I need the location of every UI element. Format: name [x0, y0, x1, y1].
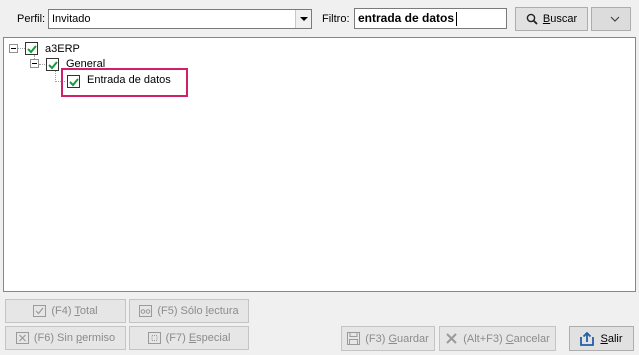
no-permission-button-label: (F6) Sin permiso [33, 332, 116, 344]
chevron-down-icon[interactable] [295, 10, 311, 28]
search-button-label: Buscar [542, 13, 578, 25]
total-button-label: (F4) Total [51, 305, 98, 317]
filter-input-value: entrada de datos [358, 11, 455, 25]
exit-button-label: Salir [600, 332, 623, 345]
highlight-box [61, 68, 188, 97]
node-a3erp-label[interactable]: a3ERP [45, 42, 80, 56]
filter-input[interactable]: entrada de datos [354, 8, 507, 29]
exit-icon [580, 331, 595, 346]
chevron-down-icon [610, 13, 620, 25]
cancel-button-label: (Alt+F3) Cancelar [463, 332, 550, 345]
special-button[interactable]: (F7) Especial [129, 326, 249, 350]
extra-options-dropdown[interactable] [591, 7, 631, 31]
save-button-label: (F3) Guardar [365, 332, 429, 345]
collapse-icon[interactable] [30, 59, 39, 68]
read-only-button-label: (F5) Sólo lectura [157, 305, 239, 317]
profile-label: Perfil: [17, 13, 46, 25]
tree-connector [39, 64, 45, 65]
check-icon [27, 45, 37, 54]
floppy-disk-icon [347, 332, 361, 345]
check-icon [48, 61, 58, 70]
glasses-icon [139, 305, 153, 317]
special-box-icon [147, 332, 161, 344]
exit-button[interactable]: Salir [569, 326, 634, 351]
profile-select-value: Invitado [52, 13, 91, 25]
x-icon [445, 332, 458, 345]
save-button[interactable]: (F3) Guardar [341, 326, 435, 351]
search-button[interactable]: Buscar [515, 7, 588, 31]
tree-connector [18, 48, 25, 49]
x-box-icon [15, 332, 29, 344]
profile-select[interactable]: Invitado [48, 9, 312, 29]
collapse-icon[interactable] [9, 44, 18, 53]
permissions-tree[interactable]: a3ERP General Entrada de datos [3, 37, 636, 292]
text-caret [456, 12, 457, 26]
total-button[interactable]: (F4) Total [5, 299, 126, 323]
search-icon [526, 13, 538, 25]
filter-label: Filtro: [322, 13, 350, 25]
node-a3erp-checkbox[interactable] [25, 42, 38, 55]
no-permission-button[interactable]: (F6) Sin permiso [5, 326, 126, 350]
special-button-label: (F7) Especial [165, 332, 231, 344]
read-only-button[interactable]: (F5) Sólo lectura [129, 299, 249, 323]
cancel-button[interactable]: (Alt+F3) Cancelar [439, 326, 556, 351]
node-general-checkbox[interactable] [46, 58, 59, 71]
check-box-icon [33, 305, 47, 317]
